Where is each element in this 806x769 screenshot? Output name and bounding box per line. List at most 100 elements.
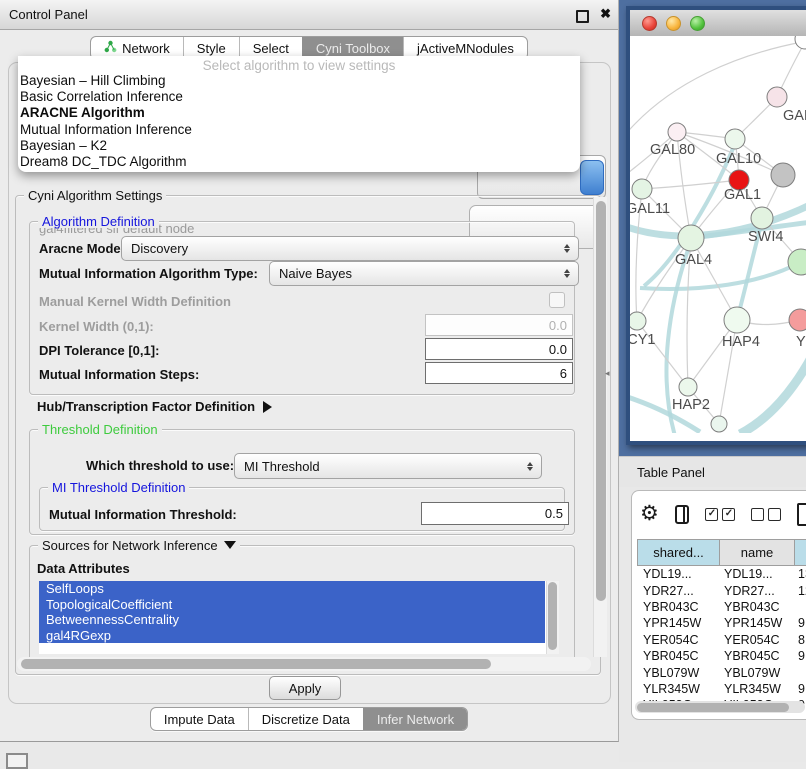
table-cell: 13 <box>792 566 806 582</box>
table-cell: 9. <box>792 681 806 697</box>
control-panel-title: Control Panel <box>9 0 88 29</box>
network-node-gal[interactable] <box>767 87 787 107</box>
float-window-icon[interactable] <box>576 10 589 23</box>
mi-algorithm-type-combobox[interactable]: Naive Bayes <box>269 261 579 286</box>
algorithm-item[interactable]: Bayesian – Hill Climbing <box>18 73 580 89</box>
kernel-width-input[interactable]: 0.0 <box>425 314 573 336</box>
which-threshold-value: MI Threshold <box>244 459 522 474</box>
network-canvas[interactable]: GALGAL80GAL10GAL1GAL11SWI4GAL4GCY1HAP4YH… <box>630 36 806 433</box>
deselect-all-icon[interactable] <box>751 508 781 521</box>
attribute-list-scrollbar[interactable] <box>546 581 559 654</box>
mi-steps-input[interactable]: 6 <box>425 362 573 384</box>
algorithm-list: Bayesian – Hill ClimbingBasic Correlatio… <box>18 73 580 170</box>
algorithm-item[interactable]: Basic Correlation Inference <box>18 89 580 105</box>
manual-kernel-width-checkbox[interactable] <box>549 292 565 308</box>
table-cell: YBL079W <box>637 664 718 680</box>
table-cell: YDL19... <box>718 566 792 582</box>
dpi-tolerance-input[interactable]: 0.0 <box>425 338 573 360</box>
network-node-label: GAL1 <box>724 187 761 203</box>
network-node-gcy1[interactable] <box>630 312 646 330</box>
table-row[interactable]: YBR045CYBR045C9. <box>637 648 806 664</box>
network-edge <box>740 356 806 433</box>
table-row[interactable]: YBL079WYBL079W <box>637 664 806 680</box>
tab-discretize-data[interactable]: Discretize Data <box>248 708 363 730</box>
table-cell: 12 <box>792 582 806 598</box>
table-horizontal-scrollbar-thumb[interactable] <box>637 703 789 712</box>
threshold-definition-title: Threshold Definition <box>38 423 162 436</box>
network-node[interactable] <box>711 416 727 432</box>
table-row[interactable]: YDR27...YDR27...12 <box>637 582 806 598</box>
stepper-arrows-icon <box>522 462 538 471</box>
minimize-traffic-light-icon[interactable] <box>666 16 681 31</box>
network-node-hap2[interactable] <box>679 378 697 396</box>
settings-vertical-scrollbar[interactable] <box>593 197 607 657</box>
which-threshold-label: Which threshold to use: <box>86 458 234 473</box>
apply-button[interactable]: Apply <box>269 676 341 700</box>
algorithm-item[interactable]: Dream8 DC_TDC Algorithm <box>18 154 580 170</box>
algorithm-dropdown-popup: Select algorithm to view settings Bayesi… <box>18 56 580 172</box>
tab-label: Network <box>122 41 170 56</box>
select-all-icon[interactable]: ✓✓ <box>705 508 735 521</box>
table-cell <box>792 664 806 680</box>
network-node[interactable] <box>771 163 795 187</box>
column-header-1[interactable]: shared... <box>637 539 720 566</box>
which-threshold-combobox[interactable]: MI Threshold <box>234 453 542 479</box>
table-row[interactable]: YLR345WYLR345W9. <box>637 681 806 697</box>
network-node-gal80[interactable] <box>668 123 686 141</box>
table-horizontal-scrollbar[interactable] <box>635 701 805 713</box>
mi-steps-label: Mutual Information Steps: <box>39 367 199 382</box>
table-cell: YBR045C <box>718 648 792 664</box>
zoom-traffic-light-icon[interactable] <box>690 16 705 31</box>
aracne-mode-combobox[interactable]: Discovery <box>121 236 579 261</box>
table-panel: ⚙ ✓✓ shared...nameA YDL19...YDL19...13YD… <box>631 490 806 720</box>
network-node-gal4[interactable] <box>678 225 704 251</box>
network-node[interactable] <box>795 36 806 49</box>
network-node-gal10[interactable] <box>725 129 745 149</box>
network-node-label: GCY1 <box>630 332 656 348</box>
attribute-item[interactable]: SelfLoops <box>39 581 545 597</box>
attribute-item[interactable]: BetweennessCentrality <box>39 612 545 628</box>
network-node[interactable] <box>788 249 806 275</box>
attribute-list-scrollbar-thumb[interactable] <box>548 582 557 650</box>
aracne-mode-label: Aracne Mode: <box>39 241 125 256</box>
attribute-item[interactable]: TopologicalCoefficient <box>39 597 545 613</box>
attribute-item[interactable]: gal4RGexp <box>39 628 545 644</box>
network-node-y[interactable] <box>789 309 806 331</box>
tab-infer-network[interactable]: Infer Network <box>363 708 467 730</box>
close-icon[interactable]: ✖ <box>600 6 611 22</box>
network-node-label: HAP4 <box>722 334 760 350</box>
hub-definition-toggle[interactable]: Hub/Transcription Factor Definition <box>37 399 272 414</box>
collapsed-arrow-icon <box>263 401 272 413</box>
network-node-gal11[interactable] <box>632 179 652 199</box>
table-row[interactable]: YBR043CYBR043C <box>637 599 806 615</box>
table-body: YDL19...YDL19...13YDR27...YDR27...12YBR0… <box>637 566 806 704</box>
mi-threshold-input[interactable]: 0.5 <box>421 502 569 525</box>
algorithm-item[interactable]: ARACNE Algorithm <box>18 105 580 121</box>
settings-horizontal-scrollbar[interactable] <box>17 657 591 671</box>
table-cell: YBR043C <box>637 599 718 615</box>
node-table: shared...nameA YDL19...YDL19...13YDR27..… <box>637 539 806 704</box>
tab-impute-data[interactable]: Impute Data <box>151 708 248 730</box>
network-node-hap4[interactable] <box>724 307 750 333</box>
algorithm-item[interactable]: Mutual Information Inference <box>18 122 580 138</box>
algorithm-item[interactable]: Bayesian – K2 <box>18 138 580 154</box>
sources-title[interactable]: Sources for Network Inference <box>38 539 240 552</box>
network-node-swi4[interactable] <box>751 207 773 229</box>
settings-horizontal-scrollbar-thumb[interactable] <box>21 659 491 669</box>
close-traffic-light-icon[interactable] <box>642 16 657 31</box>
table-row[interactable]: YPR145WYPR145W9. <box>637 615 806 631</box>
table-row[interactable]: YDL19...YDL19...13 <box>637 566 806 582</box>
settings-vertical-scrollbar-thumb[interactable] <box>596 201 606 601</box>
hidden-combobox-stepper-fragment <box>580 160 604 195</box>
panel-splitter-handle[interactable]: ◂ <box>605 368 610 379</box>
column-header-3[interactable]: A <box>795 539 806 566</box>
data-attributes-list[interactable]: SelfLoopsTopologicalCoefficientBetweenne… <box>39 581 558 654</box>
minimized-panel-icon[interactable] <box>6 753 28 769</box>
algorithm-placeholder: Select algorithm to view settings <box>18 56 580 73</box>
export-icon[interactable] <box>797 503 806 526</box>
mi-threshold-definition-title: MI Threshold Definition <box>48 481 189 494</box>
table-row[interactable]: YER054CYER054C8. <box>637 632 806 648</box>
columns-icon[interactable] <box>675 505 690 524</box>
column-header-2[interactable]: name <box>720 539 795 566</box>
gear-icon[interactable]: ⚙ <box>640 504 659 524</box>
